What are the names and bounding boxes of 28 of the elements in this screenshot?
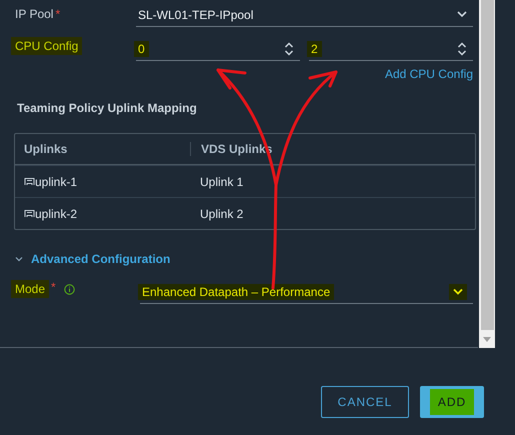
field-label: IP Pool <box>15 7 54 21</box>
section-title: Teaming Policy Uplink Mapping <box>17 101 198 115</box>
field-label: CPU Config <box>11 37 82 55</box>
chevron-icon <box>15 256 23 262</box>
chevron-down-icon <box>449 284 467 300</box>
required-asterisk: * <box>55 7 60 21</box>
number-field[interactable]: 0 <box>136 37 300 61</box>
mode-dropdown[interactable]: Enhanced Datapath – Performance <box>140 280 473 304</box>
add-cpu-config-link[interactable]: Add CPU Config <box>384 67 473 81</box>
table-cell-text: Uplink 1 <box>199 174 244 188</box>
ip-pool-dropdown[interactable]: SL-WL01-TEP-IPpool <box>136 3 473 27</box>
port-icon <box>24 209 35 218</box>
required-asterisk: * <box>51 280 56 294</box>
column-header: Uplinks <box>23 142 68 156</box>
info-icon[interactable] <box>64 284 75 294</box>
table-cell-text: Uplink 2 <box>199 206 244 220</box>
port-icon <box>24 177 35 186</box>
scrollbar[interactable] <box>479 0 495 348</box>
add-button[interactable]: ADD <box>420 386 484 418</box>
field-label: Mode <box>11 280 50 298</box>
table-cell: uplink-2 <box>35 206 78 220</box>
advanced-configuration-toggle[interactable]: Advanced Configuration <box>15 252 170 266</box>
spinner-icon[interactable] <box>457 42 467 56</box>
table-cell: uplink-1 <box>35 174 78 188</box>
cancel-button[interactable]: CANCEL <box>321 386 409 418</box>
chevron-down-icon <box>457 11 467 18</box>
number-field[interactable]: 2 <box>309 37 473 61</box>
spinner-icon[interactable] <box>284 42 294 56</box>
